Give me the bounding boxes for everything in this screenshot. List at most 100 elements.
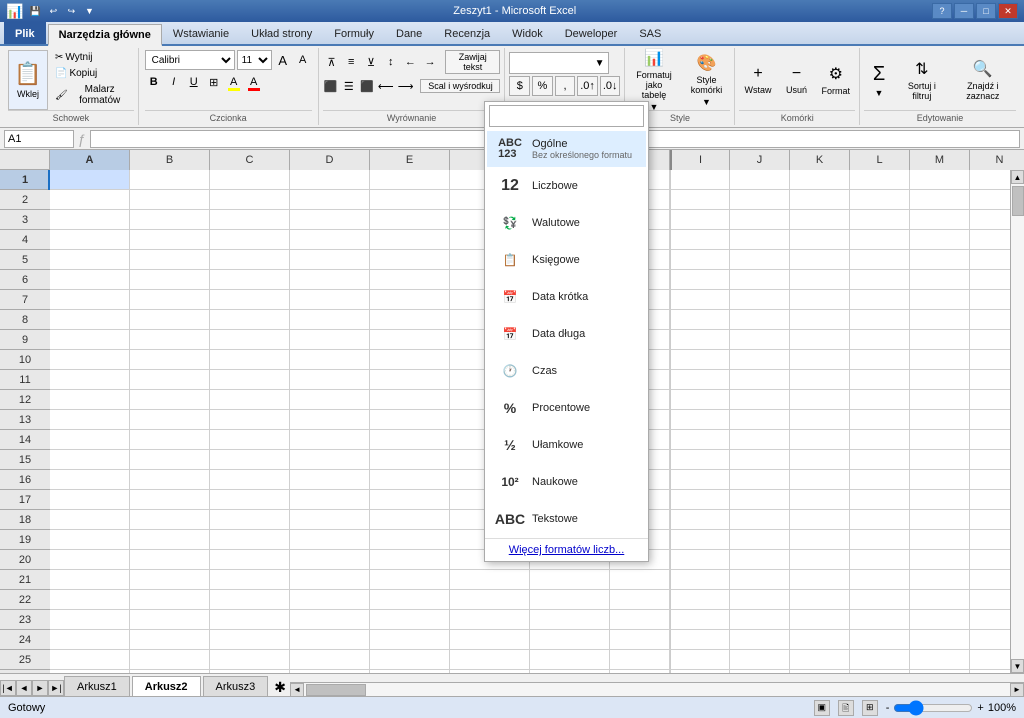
bold-button[interactable]: B [145,72,163,92]
grid-cell[interactable] [130,410,210,430]
grid-cell[interactable] [730,350,790,370]
grid-cell[interactable] [910,650,970,670]
grid-cell[interactable] [670,170,730,190]
grid-cell[interactable] [50,570,130,590]
grid-cell[interactable] [130,290,210,310]
col-header-e[interactable]: E [370,150,450,170]
grid-cell[interactable] [50,370,130,390]
grid-cell[interactable] [370,390,450,410]
grid-cell[interactable] [970,470,1010,490]
grid-cell[interactable] [910,570,970,590]
grid-cell[interactable] [370,170,450,190]
col-header-k[interactable]: K [790,150,850,170]
grid-cell[interactable] [370,410,450,430]
grid-cell[interactable] [970,550,1010,570]
grid-cell[interactable] [910,610,970,630]
sheet-nav-prev[interactable]: ◄ [16,680,32,696]
grid-cell[interactable] [670,250,730,270]
grid-cell[interactable] [610,570,670,590]
tab-view[interactable]: Widok [501,22,554,44]
grid-cell[interactable] [290,270,370,290]
grid-cell[interactable] [50,650,130,670]
grid-cell[interactable] [850,290,910,310]
grid-cell[interactable] [50,210,130,230]
indent-increase-button[interactable]: → [421,52,439,72]
row-header-17[interactable]: 17 [0,490,50,510]
grid-cell[interactable] [130,350,210,370]
col-header-c[interactable]: C [210,150,290,170]
grid-cell[interactable] [970,430,1010,450]
grid-cell[interactable] [730,330,790,350]
grid-cell[interactable] [730,250,790,270]
grid-cell[interactable] [850,490,910,510]
grid-cell[interactable] [50,630,130,650]
horizontal-scrollbar[interactable]: ◄ ► [290,682,1024,696]
save-button[interactable]: 💾 [27,3,43,19]
tab-sas[interactable]: SAS [628,22,672,44]
grid-cell[interactable] [370,310,450,330]
grid-cell[interactable] [130,230,210,250]
grid-cell[interactable] [290,610,370,630]
grid-cell[interactable] [910,430,970,450]
scroll-down-button[interactable]: ▼ [1011,659,1024,673]
grid-cell[interactable] [850,610,910,630]
grid-cell[interactable] [850,650,910,670]
increase-indent-button[interactable]: ⟶ [397,76,415,96]
redo-button[interactable]: ↪ [63,3,79,19]
delete-button[interactable]: − Usuń [778,50,814,110]
grid-cell[interactable] [670,630,730,650]
zoom-slider[interactable] [893,700,973,716]
paste-button[interactable]: 📋 Wklej [8,50,48,110]
percent-button[interactable]: % [532,76,553,96]
grid-cell[interactable] [290,430,370,450]
grid-cell[interactable] [730,450,790,470]
grid-cell[interactable] [790,270,850,290]
grid-cell[interactable] [130,530,210,550]
grid-cell[interactable] [50,310,130,330]
grid-cell[interactable] [790,330,850,350]
grid-cell[interactable] [50,490,130,510]
row-header-24[interactable]: 24 [0,630,50,650]
text-direction-button[interactable]: ↕ [382,52,400,72]
grid-cell[interactable] [790,370,850,390]
zoom-out-button[interactable]: - [886,702,890,714]
grid-cell[interactable] [790,430,850,450]
minimize-button[interactable]: ─ [954,3,974,19]
row-header-18[interactable]: 18 [0,510,50,530]
grid-cell[interactable] [970,330,1010,350]
grid-cell[interactable] [210,290,290,310]
grid-cell[interactable] [670,550,730,570]
grid-cell[interactable] [730,410,790,430]
sheet-nav-first[interactable]: |◄ [0,680,16,696]
grid-cell[interactable] [50,610,130,630]
tab-insert[interactable]: Wstawianie [162,22,240,44]
col-header-a[interactable]: A [50,150,130,170]
grid-cell[interactable] [850,510,910,530]
tab-formulas[interactable]: Formuły [323,22,385,44]
grid-cell[interactable] [910,230,970,250]
grid-cell[interactable] [370,650,450,670]
grid-cell[interactable] [670,650,730,670]
grid-cell[interactable] [850,570,910,590]
grid-cell[interactable] [130,390,210,410]
grid-cell[interactable] [130,210,210,230]
grid-cell[interactable] [910,270,970,290]
underline-button[interactable]: U [185,72,203,92]
grid-cell[interactable] [290,410,370,430]
grid-cell[interactable] [450,590,530,610]
grid-cell[interactable] [130,510,210,530]
close-button[interactable]: ✕ [998,3,1018,19]
grid-cell[interactable] [970,250,1010,270]
more-formats-link[interactable]: Więcej formatów liczb... [485,538,648,561]
grid-cell[interactable] [130,430,210,450]
grid-cell[interactable] [130,270,210,290]
row-header-19[interactable]: 19 [0,530,50,550]
grid-cell[interactable] [850,170,910,190]
grid-cell[interactable] [290,490,370,510]
format-item-date-short[interactable]: 📅Data krótka [487,279,646,315]
indent-decrease-button[interactable]: ← [402,52,420,72]
grid-cell[interactable] [910,330,970,350]
grid-cell[interactable] [850,530,910,550]
grid-cell[interactable] [50,530,130,550]
grid-cell[interactable] [970,650,1010,670]
